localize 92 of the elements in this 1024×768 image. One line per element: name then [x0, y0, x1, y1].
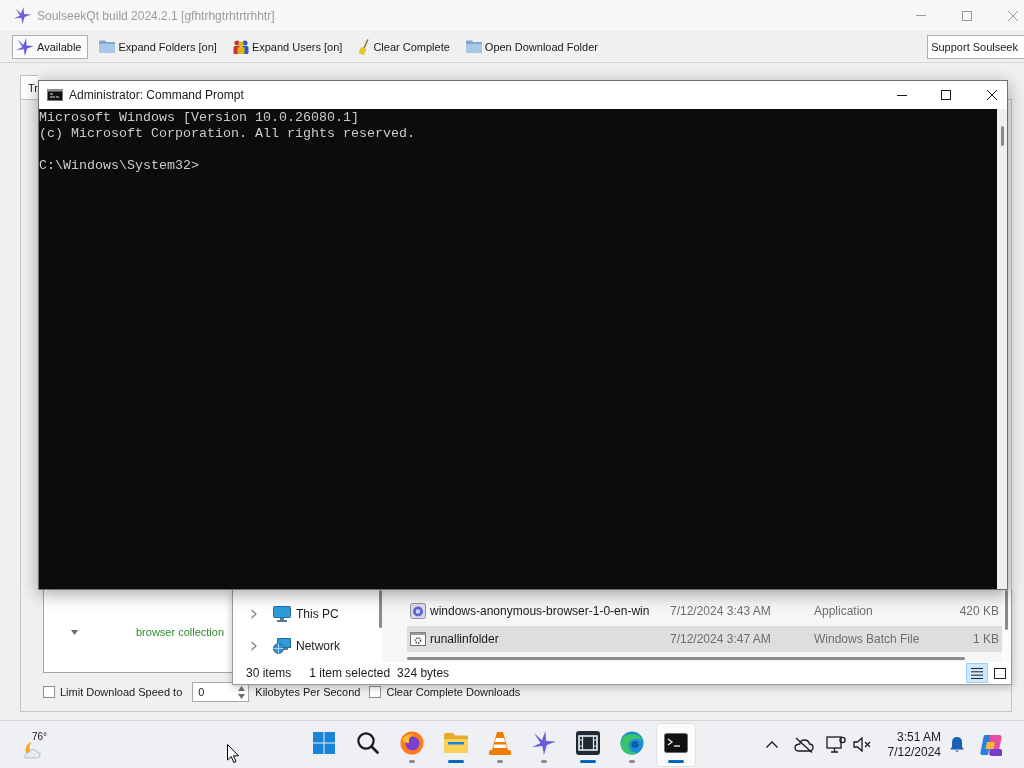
- network-icon: [273, 638, 291, 654]
- chevron-right-icon[interactable]: [251, 609, 257, 619]
- bell-icon: [949, 736, 965, 753]
- app-icon: [410, 603, 426, 619]
- scrollbar-thumb[interactable]: [378, 590, 382, 628]
- caret-down-icon[interactable]: [71, 629, 78, 635]
- unit-label: Kilobytes Per Second: [255, 686, 361, 698]
- star-icon: [532, 730, 556, 755]
- scrollbar-thumb[interactable]: [407, 657, 965, 660]
- minimize-icon: [897, 94, 907, 96]
- volume-mute-icon: [853, 737, 871, 752]
- file-size: 1 KB: [973, 632, 1000, 646]
- chevron-right-icon[interactable]: [251, 641, 257, 651]
- taskbar-app-button[interactable]: [656, 722, 696, 767]
- clock-time[interactable]: 3:51 AM: [896, 729, 941, 745]
- console-line: Microsoft Windows [Version 10.0.26080.1]: [39, 110, 359, 126]
- selection-count: 1 item selected: [309, 666, 391, 680]
- star-icon: [16, 37, 34, 56]
- window-title: Administrator: Command Prompt: [69, 88, 244, 102]
- folder-icon: [444, 732, 468, 753]
- monitor-icon: [273, 606, 291, 622]
- file-row[interactable]: windows-anonymous-browser-1-0-en-win 7/12/2024 3:43 AM Application 420 KB: [407, 598, 1002, 624]
- scrollbar-thumb[interactable]: [1000, 126, 1004, 146]
- command-prompt: C:\Windows\System32>: [39, 158, 199, 174]
- support-button[interactable]: Support Soulseek: [927, 34, 1024, 59]
- running-dash-icon: [409, 759, 415, 763]
- scrollbar[interactable]: [1002, 590, 1011, 662]
- folder-icon: [465, 40, 482, 53]
- scrollbar[interactable]: [997, 109, 1007, 589]
- maximize-icon: [941, 90, 951, 100]
- nav-item[interactable]: Network: [233, 630, 378, 662]
- broom-icon: [358, 38, 371, 55]
- details-view-button[interactable]: [966, 663, 988, 683]
- nav-item[interactable]: This PC: [233, 598, 378, 630]
- file-size: 420 KB: [959, 604, 1000, 618]
- running-dash-icon: [629, 759, 635, 763]
- users-icon: [232, 39, 249, 54]
- star-icon: [14, 7, 31, 24]
- close-icon: [1008, 10, 1018, 21]
- file-date: 7/12/2024 3:43 AM: [670, 604, 771, 618]
- file-name: windows-anonymous-browser-1-0-en-win: [430, 604, 650, 618]
- checkbox-label: Clear Complete Downloads: [386, 686, 521, 698]
- file-row[interactable]: runallinfolder 7/12/2024 3:47 AM Windows Batch File 1 KB: [407, 626, 1002, 652]
- item-count: 30 items: [246, 666, 292, 680]
- display-icon: [826, 736, 846, 753]
- film-icon: [576, 730, 600, 755]
- checkbox-label: Limit Download Speed to: [60, 686, 183, 698]
- running-dash-icon: [541, 759, 547, 763]
- folder-icon: [99, 40, 116, 53]
- weather-icon: [22, 740, 44, 759]
- browser-icon: [400, 730, 424, 755]
- file-type: Windows Batch File: [814, 632, 920, 646]
- clock-date[interactable]: 7/12/2024: [887, 744, 941, 760]
- spin-arrows-icon[interactable]: [238, 685, 246, 699]
- gear-window-icon: [410, 632, 426, 646]
- mouse-cursor-icon: [227, 744, 239, 763]
- checkbox[interactable]: [369, 686, 382, 698]
- file-type: Application: [814, 604, 873, 618]
- windows-logo-icon: [313, 731, 335, 754]
- chevron-up-icon: [766, 741, 778, 748]
- minimize-icon: [916, 15, 926, 16]
- scrollbar-thumb[interactable]: [1005, 590, 1008, 630]
- running-bar-icon: [448, 759, 464, 763]
- window-title: SoulseekQt build 2024.2.1 [gfhtrhgtrhtrtrhhtr]: [37, 8, 275, 23]
- status-button[interactable]: Available: [12, 34, 89, 59]
- toolbar-button[interactable]: Open Download Folder: [462, 35, 603, 58]
- tree-item-text: browser collection: [136, 626, 225, 638]
- close-icon: [987, 90, 997, 100]
- toolbar-button[interactable]: Clear Complete: [355, 35, 455, 58]
- square-view-icon: [994, 667, 1006, 679]
- swirl-icon: [620, 730, 644, 755]
- selection-size: 324 bytes: [397, 666, 450, 680]
- console-line: (c) Microsoft Corporation. All rights reserved.: [39, 126, 415, 142]
- file-date: 7/12/2024 3:47 AM: [670, 632, 771, 646]
- cloud-off-icon: [794, 736, 814, 753]
- weather-button[interactable]: 76°: [18, 730, 54, 759]
- search-icon: [357, 731, 379, 754]
- running-dash-icon: [497, 759, 503, 763]
- terminal-icon: [664, 732, 688, 753]
- file-name: runallinfolder: [430, 632, 499, 646]
- running-bar-icon: [668, 759, 684, 763]
- maximize-icon: [962, 10, 972, 21]
- list-view-icon: [971, 667, 983, 679]
- running-bar-icon: [580, 759, 596, 763]
- toolbar-button[interactable]: Expand Folders [on]: [96, 35, 222, 58]
- terminal-icon: [47, 89, 63, 101]
- tab[interactable]: Tr: [20, 75, 38, 99]
- checkbox[interactable]: [43, 686, 55, 698]
- speed-spinbox[interactable]: 0: [192, 682, 250, 702]
- logo-icon: [979, 732, 1003, 757]
- toolbar-button[interactable]: Expand Users [on]: [229, 35, 348, 58]
- traffic-cone-icon: [489, 730, 511, 755]
